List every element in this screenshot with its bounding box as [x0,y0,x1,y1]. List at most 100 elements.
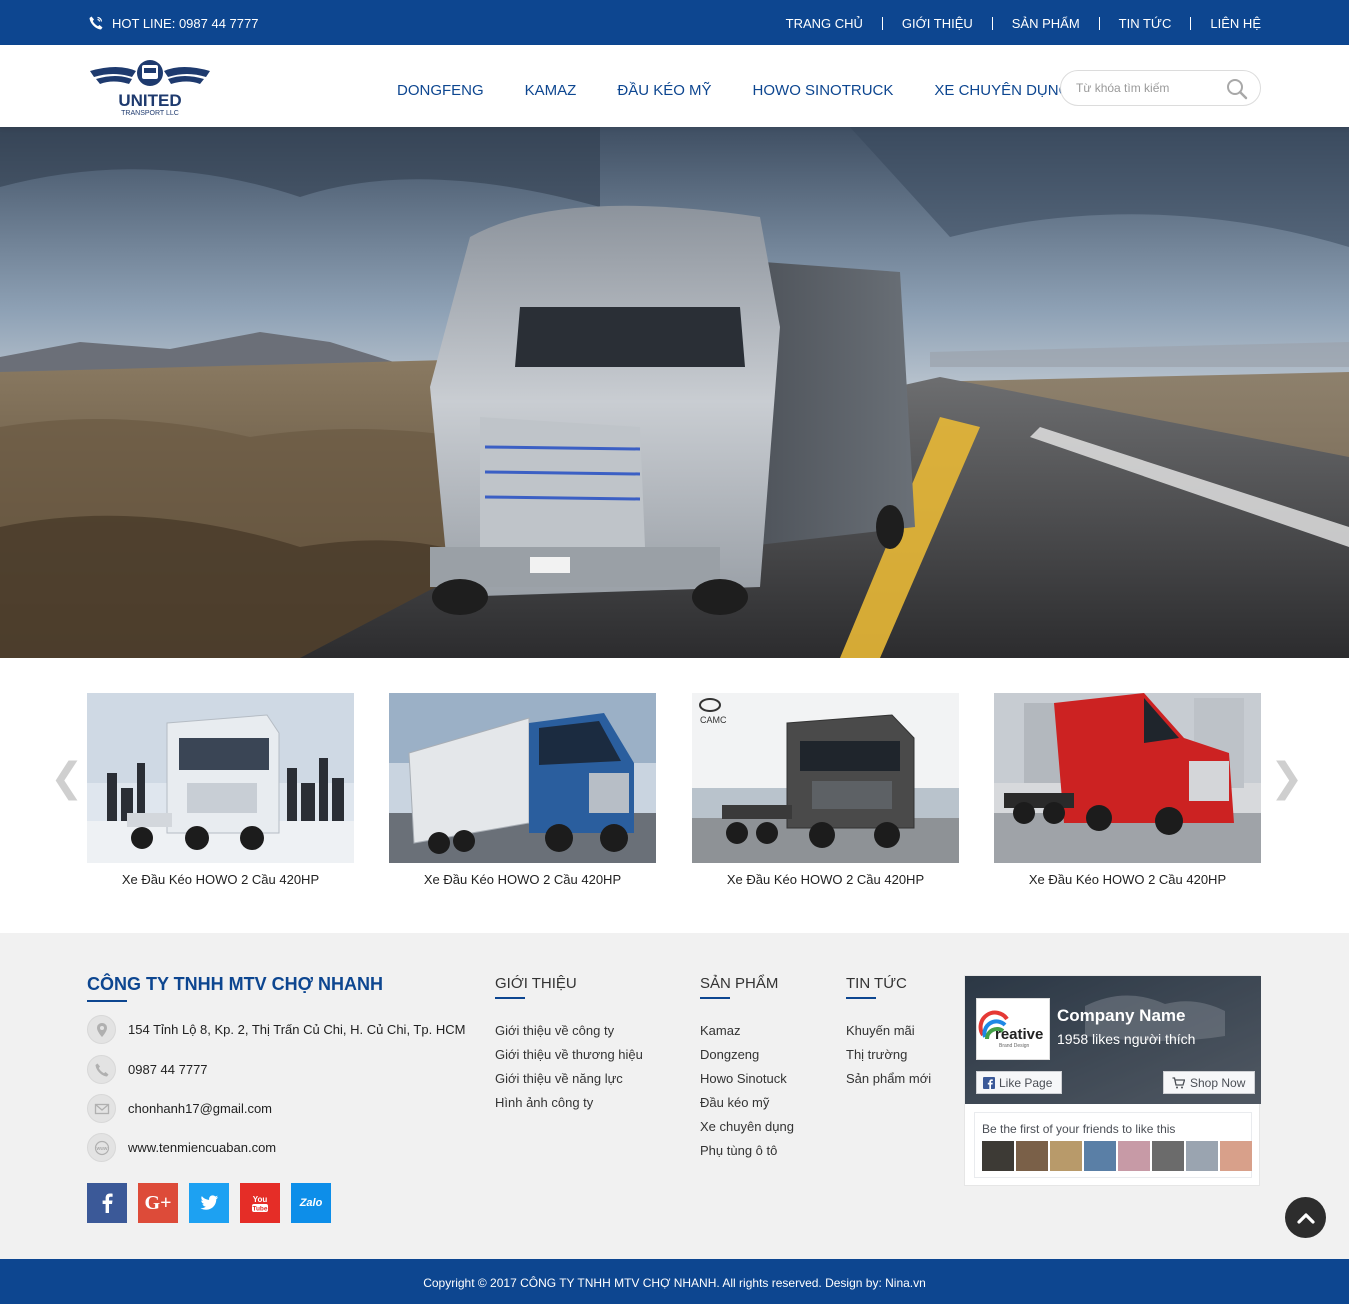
topnav-contact[interactable]: LIÊN HỆ [1190,17,1261,30]
fb-page-name[interactable]: Company Name [1057,1006,1185,1026]
facebook-page-widget: reative Brand Design Company Name 1958 l… [964,975,1261,1186]
contact-email: chonhanh17@gmail.com [87,1094,272,1123]
svg-text:www: www [96,1146,107,1152]
search-icon[interactable] [1226,78,1248,100]
copyright-text: Copyright © 2017 CÔNG TY TNHH MTV CHỢ NH… [423,1276,926,1290]
col-underline [846,997,876,999]
product-name[interactable]: Xe Đầu Kéo HOWO 2 Cầu 420HP [994,872,1261,887]
nav-dongfeng[interactable]: DONGFENG [397,82,484,99]
footer: CÔNG TY TNHH MTV CHỢ NHANH 154 Tỉnh Lộ 8… [0,933,1349,1259]
footer-col-news: TIN TỨC Khuyến mãi Thị trường Sản phẩm m… [846,975,931,1091]
fb-friends-text: Be the first of your friends to like thi… [982,1122,1176,1136]
google-plus-icon[interactable]: G+ [138,1183,178,1223]
footer-link[interactable]: Sản phẩm mới [846,1067,931,1091]
camc-logo: CAMC [700,715,727,725]
hero-banner [0,127,1349,658]
product-image[interactable] [389,693,656,863]
nav-xe-chuyen-dung[interactable]: XE CHUYÊN DỤNG [934,82,1070,99]
logo[interactable]: UNITED TRANSPORT LLC [88,59,212,117]
nav-kamaz[interactable]: KAMAZ [525,82,577,99]
footer-link[interactable]: Thị trường [846,1043,931,1067]
envelope-icon [87,1094,116,1123]
fb-like-count: 1958 likes người thích [1057,1031,1196,1047]
col-title: TIN TỨC [846,975,907,992]
footer-link[interactable]: Xe chuyên dụng [700,1115,794,1139]
top-bar: HOT LINE: 0987 44 7777 TRANG CHỦ GIỚI TH… [0,0,1349,45]
facebook-icon[interactable] [87,1183,127,1223]
footer-link[interactable]: Giới thiệu về thương hiệu [495,1043,643,1067]
footer-link[interactable]: Giới thiệu về công ty [495,1019,643,1043]
fb-shop-label: Shop Now [1190,1075,1246,1090]
nav-dau-keo-my[interactable]: ĐẦU KÉO MỸ [617,82,711,99]
facebook-icon [983,1076,995,1089]
hotline-text: HOT LINE: 0987 44 7777 [112,15,259,31]
footer-link[interactable]: Dongzeng [700,1043,794,1067]
copyright-bar: Copyright © 2017 CÔNG TY TNHH MTV CHỢ NH… [0,1259,1349,1304]
social-links: G+ You Tube Zalo [87,1183,331,1223]
product-card[interactable]: Xe Đầu Kéo HOWO 2 Cầu 420HP [994,693,1261,887]
fb-page-logo[interactable]: reative Brand Design [976,998,1050,1060]
email-text[interactable]: chonhanh17@gmail.com [128,1101,272,1116]
product-card[interactable]: Xe Đầu Kéo HOWO 2 Cầu 420HP [87,693,354,887]
topnav-news[interactable]: TIN TỨC [1098,17,1191,30]
search-box [1060,70,1261,106]
topnav-home[interactable]: TRANG CHỦ [786,17,882,30]
footer-link[interactable]: Howo Sinotuck [700,1067,794,1091]
hotline[interactable]: HOT LINE: 0987 44 7777 [88,15,258,31]
twitter-icon[interactable] [189,1183,229,1223]
topnav-products[interactable]: SẢN PHẨM [991,17,1099,30]
slider-prev-button[interactable]: ❮ [50,758,84,798]
footer-link[interactable]: Giới thiệu về năng lực [495,1067,643,1091]
friend-avatar[interactable] [1016,1141,1048,1171]
phone-icon [89,16,103,30]
back-to-top-button[interactable] [1285,1197,1326,1238]
website-text[interactable]: www.tenmiencuaban.com [128,1140,276,1155]
fb-friend-faces [982,1141,1252,1171]
nav-howo-sinotruck[interactable]: HOWO SINOTRUCK [753,82,894,99]
contact-website: www www.tenmiencuaban.com [87,1133,276,1162]
col-title: SẢN PHẨM [700,975,779,992]
footer-link[interactable]: Kamaz [700,1019,794,1043]
friend-avatar[interactable] [982,1141,1014,1171]
product-image[interactable] [994,693,1261,863]
topnav-about[interactable]: GIỚI THIỆU [881,17,992,30]
fb-like-label: Like Page [999,1075,1053,1090]
contact-address: 154 Tỉnh Lộ 8, Kp. 2, Thị Trấn Củ Chi, H… [87,1015,465,1044]
product-card[interactable]: CAMC Xe Đầu Kéo HOWO 2 Cầu 420HP [692,693,959,887]
footer-link[interactable]: Khuyến mãi [846,1019,931,1043]
zalo-icon[interactable]: Zalo [291,1183,331,1223]
address-text: 154 Tỉnh Lộ 8, Kp. 2, Thị Trấn Củ Chi, H… [128,1022,466,1037]
phone-icon [87,1055,116,1084]
friend-avatar[interactable] [1152,1141,1184,1171]
title-underline [87,1000,127,1002]
svg-text:You: You [253,1195,268,1204]
location-icon [87,1015,116,1044]
friend-avatar[interactable] [1050,1141,1082,1171]
footer-col-about: GIỚI THIỆU Giới thiệu về công ty Giới th… [495,975,643,1115]
product-name[interactable]: Xe Đầu Kéo HOWO 2 Cầu 420HP [389,872,656,887]
friend-avatar[interactable] [1084,1141,1116,1171]
product-slider: ❮ Xe Đầu Kéo HOWO 2 Cầu 420HP Xe Đầu Kéo… [0,658,1349,933]
fb-shop-now-button[interactable]: Shop Now [1163,1071,1255,1094]
col-underline [495,997,525,999]
friend-avatar[interactable] [1220,1141,1252,1171]
product-name[interactable]: Xe Đầu Kéo HOWO 2 Cầu 420HP [692,872,959,887]
slider-next-button[interactable]: ❯ [1270,758,1304,798]
footer-link[interactable]: Hình ảnh công ty [495,1091,643,1115]
www-icon: www [87,1133,116,1162]
phone-text[interactable]: 0987 44 7777 [128,1062,208,1077]
fb-like-page-button[interactable]: Like Page [976,1071,1062,1094]
footer-link[interactable]: Phụ tùng ô tô [700,1139,794,1163]
product-image[interactable]: CAMC [692,693,959,863]
friend-avatar[interactable] [1118,1141,1150,1171]
product-card[interactable]: Xe Đầu Kéo HOWO 2 Cầu 420HP [389,693,656,887]
product-image[interactable] [87,693,354,863]
search-input[interactable] [1076,81,1226,95]
friend-avatar[interactable] [1186,1141,1218,1171]
youtube-icon[interactable]: You Tube [240,1183,280,1223]
product-name[interactable]: Xe Đầu Kéo HOWO 2 Cầu 420HP [87,872,354,887]
logo-text: UNITED [118,91,181,110]
footer-link[interactable]: Đầu kéo mỹ [700,1091,794,1115]
svg-text:Tube: Tube [252,1206,267,1213]
logo-subtext: TRANSPORT LLC [121,110,179,117]
